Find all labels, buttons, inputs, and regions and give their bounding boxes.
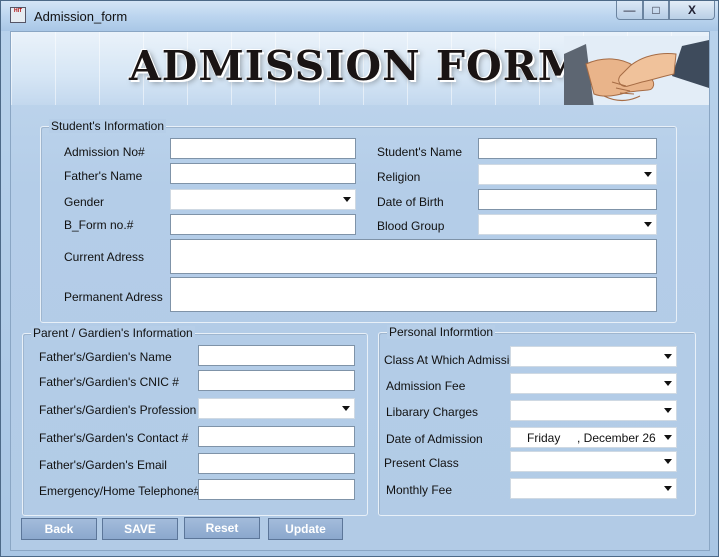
blood-group-label: Blood Group <box>377 219 445 233</box>
chevron-down-icon <box>343 197 351 202</box>
guardian-profession-dropdown[interactable] <box>198 398 355 419</box>
chevron-down-icon <box>664 408 672 413</box>
reset-button[interactable]: Reset <box>184 517 260 539</box>
permanent-address-input[interactable] <box>170 277 657 312</box>
emergency-telephone-label: Emergency/Home Telephone# <box>39 484 201 498</box>
form-client-area: ADMISSION FORM Student's Information Adm… <box>10 31 710 551</box>
chevron-down-icon <box>644 172 652 177</box>
chevron-down-icon <box>644 222 652 227</box>
emergency-telephone-input[interactable] <box>198 479 355 500</box>
update-button[interactable]: Update <box>268 518 343 540</box>
blood-group-dropdown[interactable] <box>478 214 657 235</box>
admission-form-window: HIT Admission_form — □ X ADMISSION FORM … <box>0 0 719 557</box>
minimize-button[interactable]: — <box>616 1 643 20</box>
admission-no-input[interactable] <box>170 138 356 159</box>
guardian-profession-label: Father's/Gardien's Profession <box>39 403 197 417</box>
guardian-contact-label: Father's/Garden's Contact # <box>39 431 189 445</box>
religion-label: Religion <box>377 170 421 184</box>
date-of-admission-picker[interactable]: Friday , December 26 <box>510 427 677 448</box>
app-icon: HIT <box>10 7 26 23</box>
admission-fee-dropdown[interactable] <box>510 373 677 394</box>
student-info-legend: Student's Information <box>49 119 167 133</box>
window-title: Admission_form <box>34 9 128 24</box>
current-address-label: Current Adress <box>64 250 145 264</box>
guardian-name-input[interactable] <box>198 345 355 366</box>
admission-fee-label: Admission Fee <box>386 379 466 393</box>
back-button[interactable]: Back <box>21 518 97 540</box>
guardian-name-label: Father's/Gardien's Name <box>39 350 172 364</box>
banner-title: ADMISSION FORM <box>129 42 585 90</box>
date-of-birth-label: Date of Birth <box>377 195 444 209</box>
guardian-contact-input[interactable] <box>198 426 355 447</box>
title-bar[interactable]: HIT Admission_form — □ X <box>1 1 718 31</box>
permanent-address-label: Permanent Adress <box>64 290 163 304</box>
religion-dropdown[interactable] <box>478 164 657 185</box>
library-charges-label: Libarary Charges <box>386 405 479 419</box>
present-class-label: Present Class <box>384 456 459 470</box>
chevron-down-icon <box>342 406 350 411</box>
chevron-down-icon <box>664 381 672 386</box>
guardian-email-label: Father's/Garden's Email <box>39 458 167 472</box>
gender-label: Gender <box>64 195 105 209</box>
fathers-name-input[interactable] <box>170 163 356 184</box>
guardian-cnic-input[interactable] <box>198 370 355 391</box>
date-of-admission-date: , December 26 <box>577 431 656 445</box>
chevron-down-icon <box>664 486 672 491</box>
date-of-admission-label: Date of Admission <box>386 432 483 446</box>
b-form-no-input[interactable] <box>170 214 356 235</box>
date-of-admission-day: Friday <box>527 431 561 445</box>
class-at-admission-label: Class At Which Admission <box>384 353 523 367</box>
class-at-admission-dropdown[interactable] <box>510 346 677 367</box>
window-controls: — □ X <box>616 1 715 21</box>
monthly-fee-dropdown[interactable] <box>510 478 677 499</box>
save-button[interactable]: SAVE <box>102 518 178 540</box>
students-name-input[interactable] <box>478 138 657 159</box>
current-address-input[interactable] <box>170 239 657 274</box>
chevron-down-icon <box>664 435 672 440</box>
handshake-icon <box>564 36 709 105</box>
b-form-no-label: B_Form no.# <box>64 218 134 232</box>
parent-info-legend: Parent / Gardien's Information <box>31 326 195 340</box>
guardian-email-input[interactable] <box>198 453 355 474</box>
gender-dropdown[interactable] <box>170 189 356 210</box>
maximize-button[interactable]: □ <box>643 1 669 20</box>
close-button[interactable]: X <box>669 1 715 20</box>
students-name-label: Student's Name <box>377 145 463 159</box>
present-class-dropdown[interactable] <box>510 451 677 472</box>
library-charges-dropdown[interactable] <box>510 400 677 421</box>
form-banner: ADMISSION FORM <box>11 32 709 105</box>
chevron-down-icon <box>664 354 672 359</box>
personal-info-legend: Personal Informtion <box>387 325 496 339</box>
guardian-cnic-label: Father's/Gardien's CNIC # <box>39 375 179 389</box>
chevron-down-icon <box>664 459 672 464</box>
monthly-fee-label: Monthly Fee <box>386 483 453 497</box>
admission-no-label: Admission No# <box>64 145 145 159</box>
date-of-birth-input[interactable] <box>478 189 657 210</box>
fathers-name-label: Father's Name <box>64 169 143 183</box>
